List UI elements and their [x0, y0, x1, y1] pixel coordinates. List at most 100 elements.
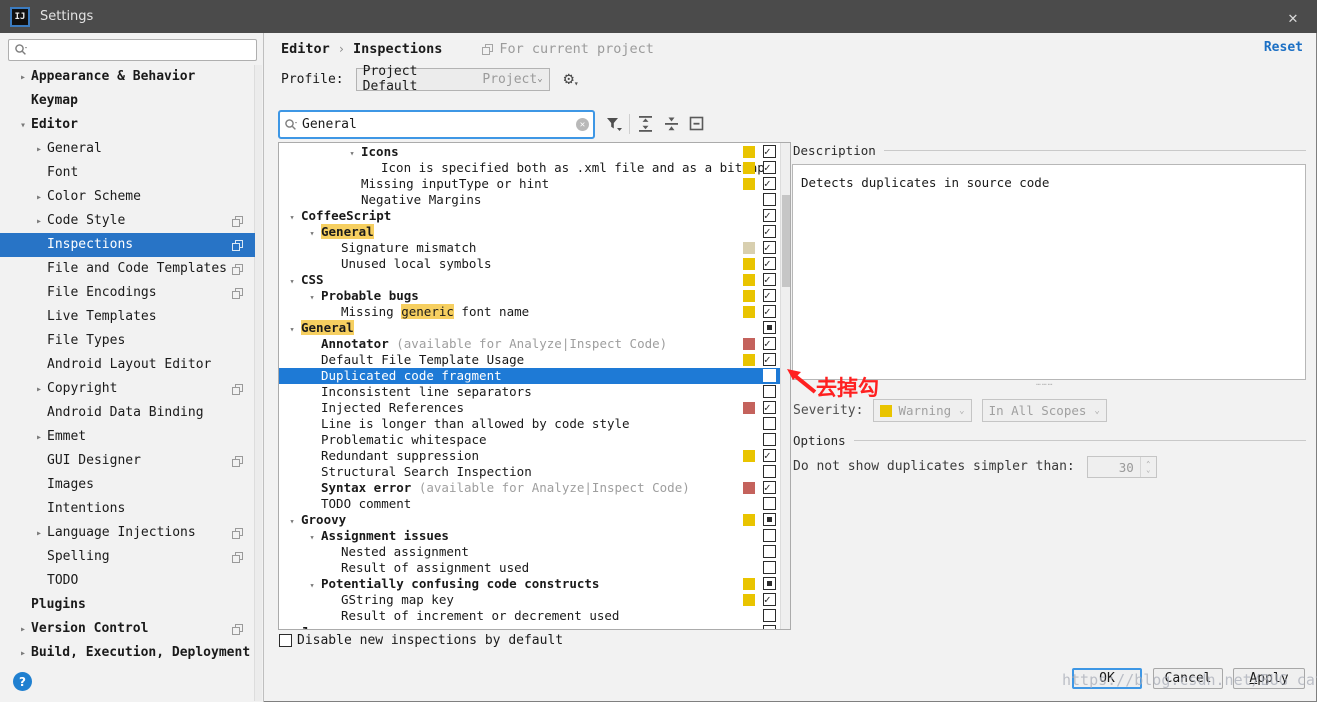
sidebar-item-inspections[interactable]: Inspections — [0, 233, 255, 257]
inspection-row-annotator[interactable]: Annotator (available for Analyze|Inspect… — [279, 336, 790, 352]
sidebar-item-live-templates[interactable]: Live Templates — [0, 305, 255, 329]
profile-select[interactable]: Project Default Project ⌄ — [356, 68, 550, 91]
inspection-row-result-of-assignment-used[interactable]: Result of assignment used — [279, 560, 790, 576]
sidebar-item-build-execution-deployment[interactable]: ▸Build, Execution, Deployment — [0, 641, 255, 665]
inspection-row-icons[interactable]: ▾Icons — [279, 144, 790, 160]
sidebar-item-file-and-code-templates[interactable]: File and Code Templates — [0, 257, 255, 281]
inspection-checkbox[interactable] — [763, 465, 776, 478]
inspection-row-nested-assignment[interactable]: Nested assignment — [279, 544, 790, 560]
inspection-checkbox[interactable] — [763, 481, 776, 494]
chevron-right-icon[interactable]: ▸ — [31, 210, 47, 234]
inspection-checkbox[interactable] — [763, 369, 776, 382]
collapse-node-icon[interactable] — [688, 115, 706, 133]
breadcrumb-inspections[interactable]: Inspections — [353, 41, 442, 57]
inspection-checkbox[interactable] — [763, 529, 776, 542]
sidebar-item-copyright[interactable]: ▸Copyright — [0, 377, 255, 401]
inspection-row-missing-[interactable]: Missing generic font name — [279, 304, 790, 320]
inspection-checkbox[interactable] — [763, 449, 776, 462]
gear-icon[interactable]: ⚙▾ — [564, 71, 579, 88]
inspection-checkbox[interactable] — [763, 545, 776, 558]
inspection-checkbox[interactable] — [763, 225, 776, 238]
inspection-row-duplicated-code-fragment[interactable]: Duplicated code fragment — [279, 368, 790, 384]
inspection-row-syntax-error[interactable]: Syntax error (available for Analyze|Insp… — [279, 480, 790, 496]
inspection-checkbox[interactable] — [763, 145, 776, 158]
inspection-row-result-of-increment-or-decrement-used[interactable]: Result of increment or decrement used — [279, 608, 790, 624]
inspection-checkbox[interactable] — [763, 513, 776, 526]
inspection-checkbox[interactable] — [763, 273, 776, 286]
sidebar-item-images[interactable]: Images — [0, 473, 255, 497]
apply-button[interactable]: Apply — [1233, 668, 1305, 689]
inspection-checkbox[interactable] — [763, 257, 776, 270]
chevron-down-icon[interactable]: ▾ — [15, 114, 31, 138]
inspection-row-general[interactable]: ▾General — [279, 320, 790, 336]
inspection-row-line-is-longer-than-allowed-by-code-style[interactable]: Line is longer than allowed by code styl… — [279, 416, 790, 432]
sidebar-item-version-control[interactable]: ▸Version Control — [0, 617, 255, 641]
inspection-row-injected-references[interactable]: Injected References — [279, 400, 790, 416]
inspection-row-coffeescript[interactable]: ▾CoffeeScript — [279, 208, 790, 224]
inspection-row-css[interactable]: ▾CSS — [279, 272, 790, 288]
sidebar-item-appearance-behavior[interactable]: ▸Appearance & Behavior — [0, 65, 255, 89]
sidebar-scrollbar[interactable] — [254, 65, 262, 701]
chevron-right-icon[interactable]: ▸ — [31, 426, 47, 450]
inspection-checkbox[interactable] — [763, 417, 776, 430]
chevron-right-icon[interactable]: ▸ — [31, 522, 47, 546]
scope-select[interactable]: In All Scopes ⌄ — [982, 399, 1107, 422]
sidebar-item-font[interactable]: Font — [0, 161, 255, 185]
duplicates-threshold-spinner[interactable]: 30 ⌃⌄ — [1087, 456, 1157, 478]
inspection-checkbox[interactable] — [763, 161, 776, 174]
sidebar-item-code-style[interactable]: ▸Code Style — [0, 209, 255, 233]
chevron-right-icon[interactable]: ▸ — [15, 642, 31, 666]
sidebar-item-plugins[interactable]: Plugins — [0, 593, 255, 617]
inspection-row-negative-margins[interactable]: Negative Margins — [279, 192, 790, 208]
inspection-row-inconsistent-line-separators[interactable]: Inconsistent line separators — [279, 384, 790, 400]
spinner-arrows-icon[interactable]: ⌃⌄ — [1140, 457, 1156, 477]
chevron-right-icon[interactable]: ▸ — [31, 138, 47, 162]
inspection-row-signature-mismatch[interactable]: Signature mismatch — [279, 240, 790, 256]
inspection-row-gstring-map-key[interactable]: GString map key — [279, 592, 790, 608]
sidebar-item-intentions[interactable]: Intentions — [0, 497, 255, 521]
inspection-row-assignment-issues[interactable]: ▾Assignment issues — [279, 528, 790, 544]
sidebar-item-file-types[interactable]: File Types — [0, 329, 255, 353]
inspection-row-probable-bugs[interactable]: ▾Probable bugs — [279, 288, 790, 304]
inspection-row-icon-is-specified-both-as-xml-file-and-as-a-bitmap[interactable]: Icon is specified both as .xml file and … — [279, 160, 790, 176]
inspection-search-input[interactable]: General ✕ — [278, 110, 595, 139]
inspection-checkbox[interactable] — [763, 593, 776, 606]
cancel-button[interactable]: Cancel — [1153, 668, 1223, 689]
inspection-checkbox[interactable] — [763, 337, 776, 350]
sidebar-item-android-layout-editor[interactable]: Android Layout Editor — [0, 353, 255, 377]
inspection-row-todo-comment[interactable]: TODO comment — [279, 496, 790, 512]
inspection-checkbox[interactable] — [763, 433, 776, 446]
sidebar-item-spelling[interactable]: Spelling — [0, 545, 255, 569]
inspection-checkbox[interactable] — [763, 209, 776, 222]
sidebar-search-input[interactable] — [8, 39, 257, 61]
breadcrumb-editor[interactable]: Editor — [281, 41, 330, 57]
sidebar-item-color-scheme[interactable]: ▸Color Scheme — [0, 185, 255, 209]
inspection-checkbox[interactable] — [763, 497, 776, 510]
inspection-checkbox[interactable] — [763, 401, 776, 414]
ok-button[interactable]: OK — [1072, 668, 1142, 689]
inspection-checkbox[interactable] — [763, 385, 776, 398]
resize-handle[interactable]: ┄┄┄ — [1036, 380, 1053, 389]
sidebar-item-file-encodings[interactable]: File Encodings — [0, 281, 255, 305]
inspection-row-java[interactable]: ▾Java — [279, 624, 790, 630]
sidebar-item-gui-designer[interactable]: GUI Designer — [0, 449, 255, 473]
tree-scrollbar[interactable] — [780, 143, 790, 629]
inspection-checkbox[interactable] — [763, 609, 776, 622]
chevron-right-icon[interactable]: ▸ — [31, 378, 47, 402]
disable-new-inspections-checkbox[interactable] — [279, 634, 292, 647]
inspection-checkbox[interactable] — [763, 177, 776, 190]
sidebar-item-editor[interactable]: ▾Editor — [0, 113, 255, 137]
chevron-right-icon[interactable]: ▸ — [31, 186, 47, 210]
sidebar-item-emmet[interactable]: ▸Emmet — [0, 425, 255, 449]
inspection-row-groovy[interactable]: ▾Groovy — [279, 512, 790, 528]
inspection-checkbox[interactable] — [763, 353, 776, 366]
inspection-checkbox[interactable] — [763, 305, 776, 318]
chevron-right-icon[interactable]: ▸ — [15, 66, 31, 90]
inspection-row-unused-local-symbols[interactable]: Unused local symbols — [279, 256, 790, 272]
inspection-checkbox[interactable] — [763, 289, 776, 302]
chevron-right-icon[interactable]: ▸ — [15, 618, 31, 642]
inspection-row-structural-search-inspection[interactable]: Structural Search Inspection — [279, 464, 790, 480]
sidebar-item-todo[interactable]: TODO — [0, 569, 255, 593]
help-button[interactable]: ? — [13, 672, 32, 691]
inspection-row-problematic-whitespace[interactable]: Problematic whitespace — [279, 432, 790, 448]
